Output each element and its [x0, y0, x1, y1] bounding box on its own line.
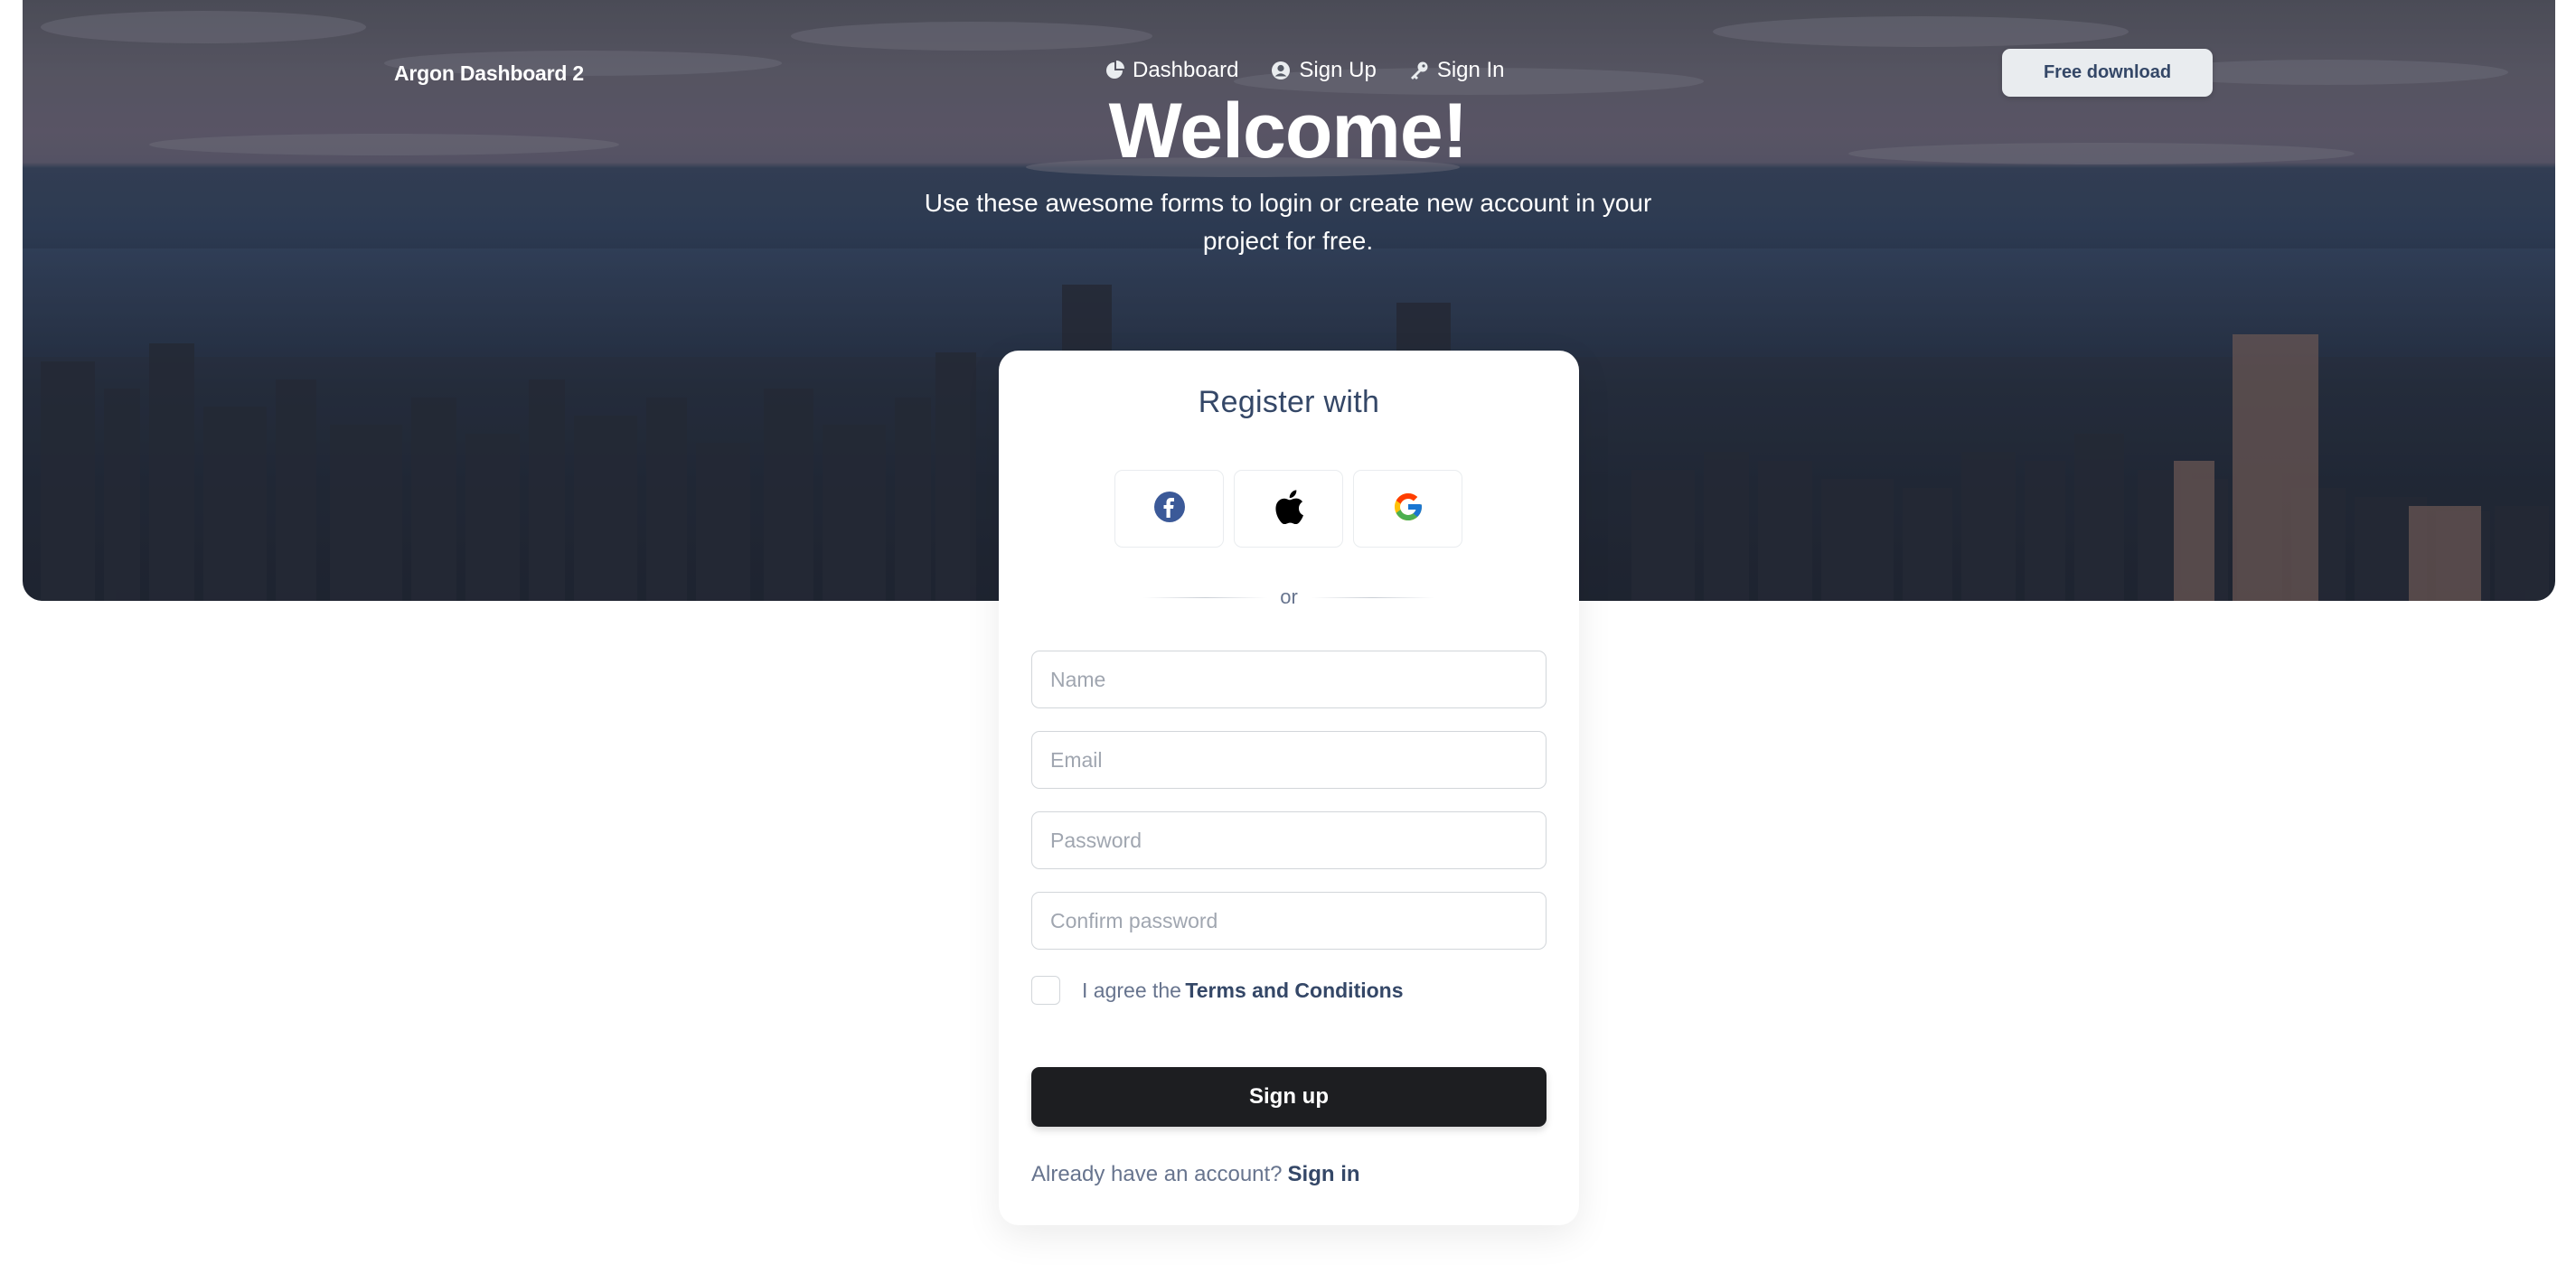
nav-link-label: Sign Up	[1299, 58, 1377, 82]
email-input[interactable]	[1031, 731, 1547, 789]
key-icon	[1409, 61, 1429, 80]
confirm-password-input[interactable]	[1031, 892, 1547, 950]
nav-link-sign-up[interactable]: Sign Up	[1271, 58, 1377, 83]
nav-link-label: Sign In	[1436, 58, 1505, 82]
already-account-row: Already have an account? Sign in	[1031, 1162, 1360, 1187]
card-title: Register with	[1198, 385, 1380, 419]
facebook-icon	[1153, 491, 1186, 528]
apple-icon	[1274, 489, 1304, 529]
name-input[interactable]	[1031, 651, 1547, 708]
sign-up-button[interactable]: Sign up	[1031, 1067, 1547, 1127]
password-input[interactable]	[1031, 811, 1547, 869]
nav-link-sign-in[interactable]: Sign In	[1409, 58, 1505, 83]
google-icon	[1392, 491, 1424, 528]
already-account-text: Already have an account?	[1031, 1162, 1283, 1186]
user-circle-icon	[1271, 61, 1291, 80]
chart-pie-icon	[1105, 61, 1124, 80]
terms-row: I agree the Terms and Conditions	[1031, 976, 1404, 1005]
top-nav: Dashboard Sign Up Sign In	[1105, 58, 1505, 83]
divider-line	[1143, 596, 1268, 598]
sign-in-link[interactable]: Sign in	[1288, 1162, 1360, 1187]
terms-prefix: I agree the	[1082, 978, 1181, 1002]
nav-link-label: Dashboard	[1133, 58, 1239, 82]
facebook-signup-button[interactable]	[1114, 470, 1224, 548]
nav-link-dashboard[interactable]: Dashboard	[1105, 58, 1238, 83]
google-signup-button[interactable]	[1353, 470, 1462, 548]
register-card: Register with or I agree the Terms and C…	[999, 351, 1579, 1225]
terms-checkbox[interactable]	[1031, 976, 1060, 1005]
or-label: or	[1280, 585, 1298, 608]
divider-line	[1310, 596, 1434, 598]
apple-signup-button[interactable]	[1234, 470, 1343, 548]
terms-link[interactable]: Terms and Conditions	[1185, 979, 1403, 1002]
or-divider: or	[1143, 585, 1434, 609]
hero-title: Welcome!	[1108, 88, 1469, 174]
hero-subtitle: Use these awesome forms to login or crea…	[924, 189, 1652, 255]
brand-logo[interactable]: Argon Dashboard 2	[394, 61, 584, 86]
